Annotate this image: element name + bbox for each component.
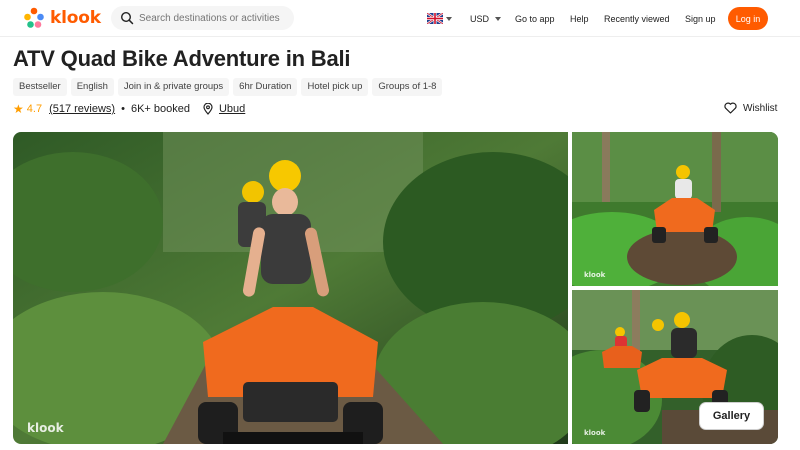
search-input[interactable] [139, 12, 289, 24]
wishlist-label: Wishlist [743, 102, 778, 114]
sign-up-label: Sign up [685, 13, 716, 24]
activity-tags: Bestseller English Join in & private gro… [13, 78, 443, 96]
tag-group-type: Join in & private groups [117, 78, 230, 96]
activity-meta: ★ 4.7 (517 reviews) • 6K+ booked Ubud [13, 101, 245, 117]
page-title: ATV Quad Bike Adventure in Bali [13, 46, 351, 71]
go-to-app-label: Go to app [515, 13, 555, 24]
photo-gallery: klook klook klook [13, 132, 778, 444]
chevron-down-icon [446, 16, 452, 21]
heart-icon [724, 102, 737, 114]
go-to-app-link[interactable]: Go to app [515, 0, 555, 37]
klook-watermark: klook [584, 429, 606, 437]
uk-flag-icon[interactable] [427, 13, 443, 24]
rating-value: 4.7 [26, 103, 43, 115]
klook-logo[interactable]: klook [23, 7, 101, 29]
help-link[interactable]: Help [570, 0, 589, 37]
location-pin-icon [203, 103, 213, 115]
search-bar[interactable] [111, 6, 294, 30]
gallery-button[interactable]: Gallery [699, 402, 764, 430]
recently-viewed-link[interactable]: Recently viewed [604, 0, 670, 37]
reviews-link[interactable]: (517 reviews) [49, 103, 115, 115]
tag-language: English [70, 78, 114, 96]
language-dropdown[interactable] [446, 0, 452, 37]
logo-text: klook [50, 8, 101, 28]
chevron-down-icon [495, 16, 502, 21]
currency-label: USD [470, 13, 490, 24]
tag-duration: 6hr Duration [233, 78, 298, 96]
sign-up-link[interactable]: Sign up [685, 0, 716, 37]
top-navbar: klook USD Go to app Help Recently viewed… [0, 0, 800, 37]
location-link[interactable]: Ubud [219, 103, 245, 115]
klook-watermark: klook [27, 421, 64, 435]
separator-dot: • [121, 103, 125, 115]
atv-riders-jungle-photo [13, 132, 568, 444]
tag-pickup: Hotel pick up [301, 78, 369, 96]
tag-group-size: Groups of 1-8 [372, 78, 443, 96]
log-in-button[interactable]: Log in [728, 7, 768, 30]
recently-viewed-label: Recently viewed [604, 13, 670, 24]
search-icon [120, 11, 134, 25]
help-label: Help [570, 13, 589, 24]
currency-dropdown[interactable]: USD [470, 0, 502, 37]
atv-splashing-mud-photo [572, 132, 778, 286]
main-photo[interactable]: klook [13, 132, 568, 444]
tag-bestseller: Bestseller [13, 78, 67, 96]
booked-count: 6K+ booked [130, 103, 190, 115]
wishlist-button[interactable]: Wishlist [724, 102, 777, 114]
klook-logo-icon [24, 7, 44, 28]
secondary-photo-top[interactable]: klook [572, 132, 778, 286]
klook-watermark: klook [584, 271, 606, 279]
star-icon: ★ [13, 102, 24, 116]
